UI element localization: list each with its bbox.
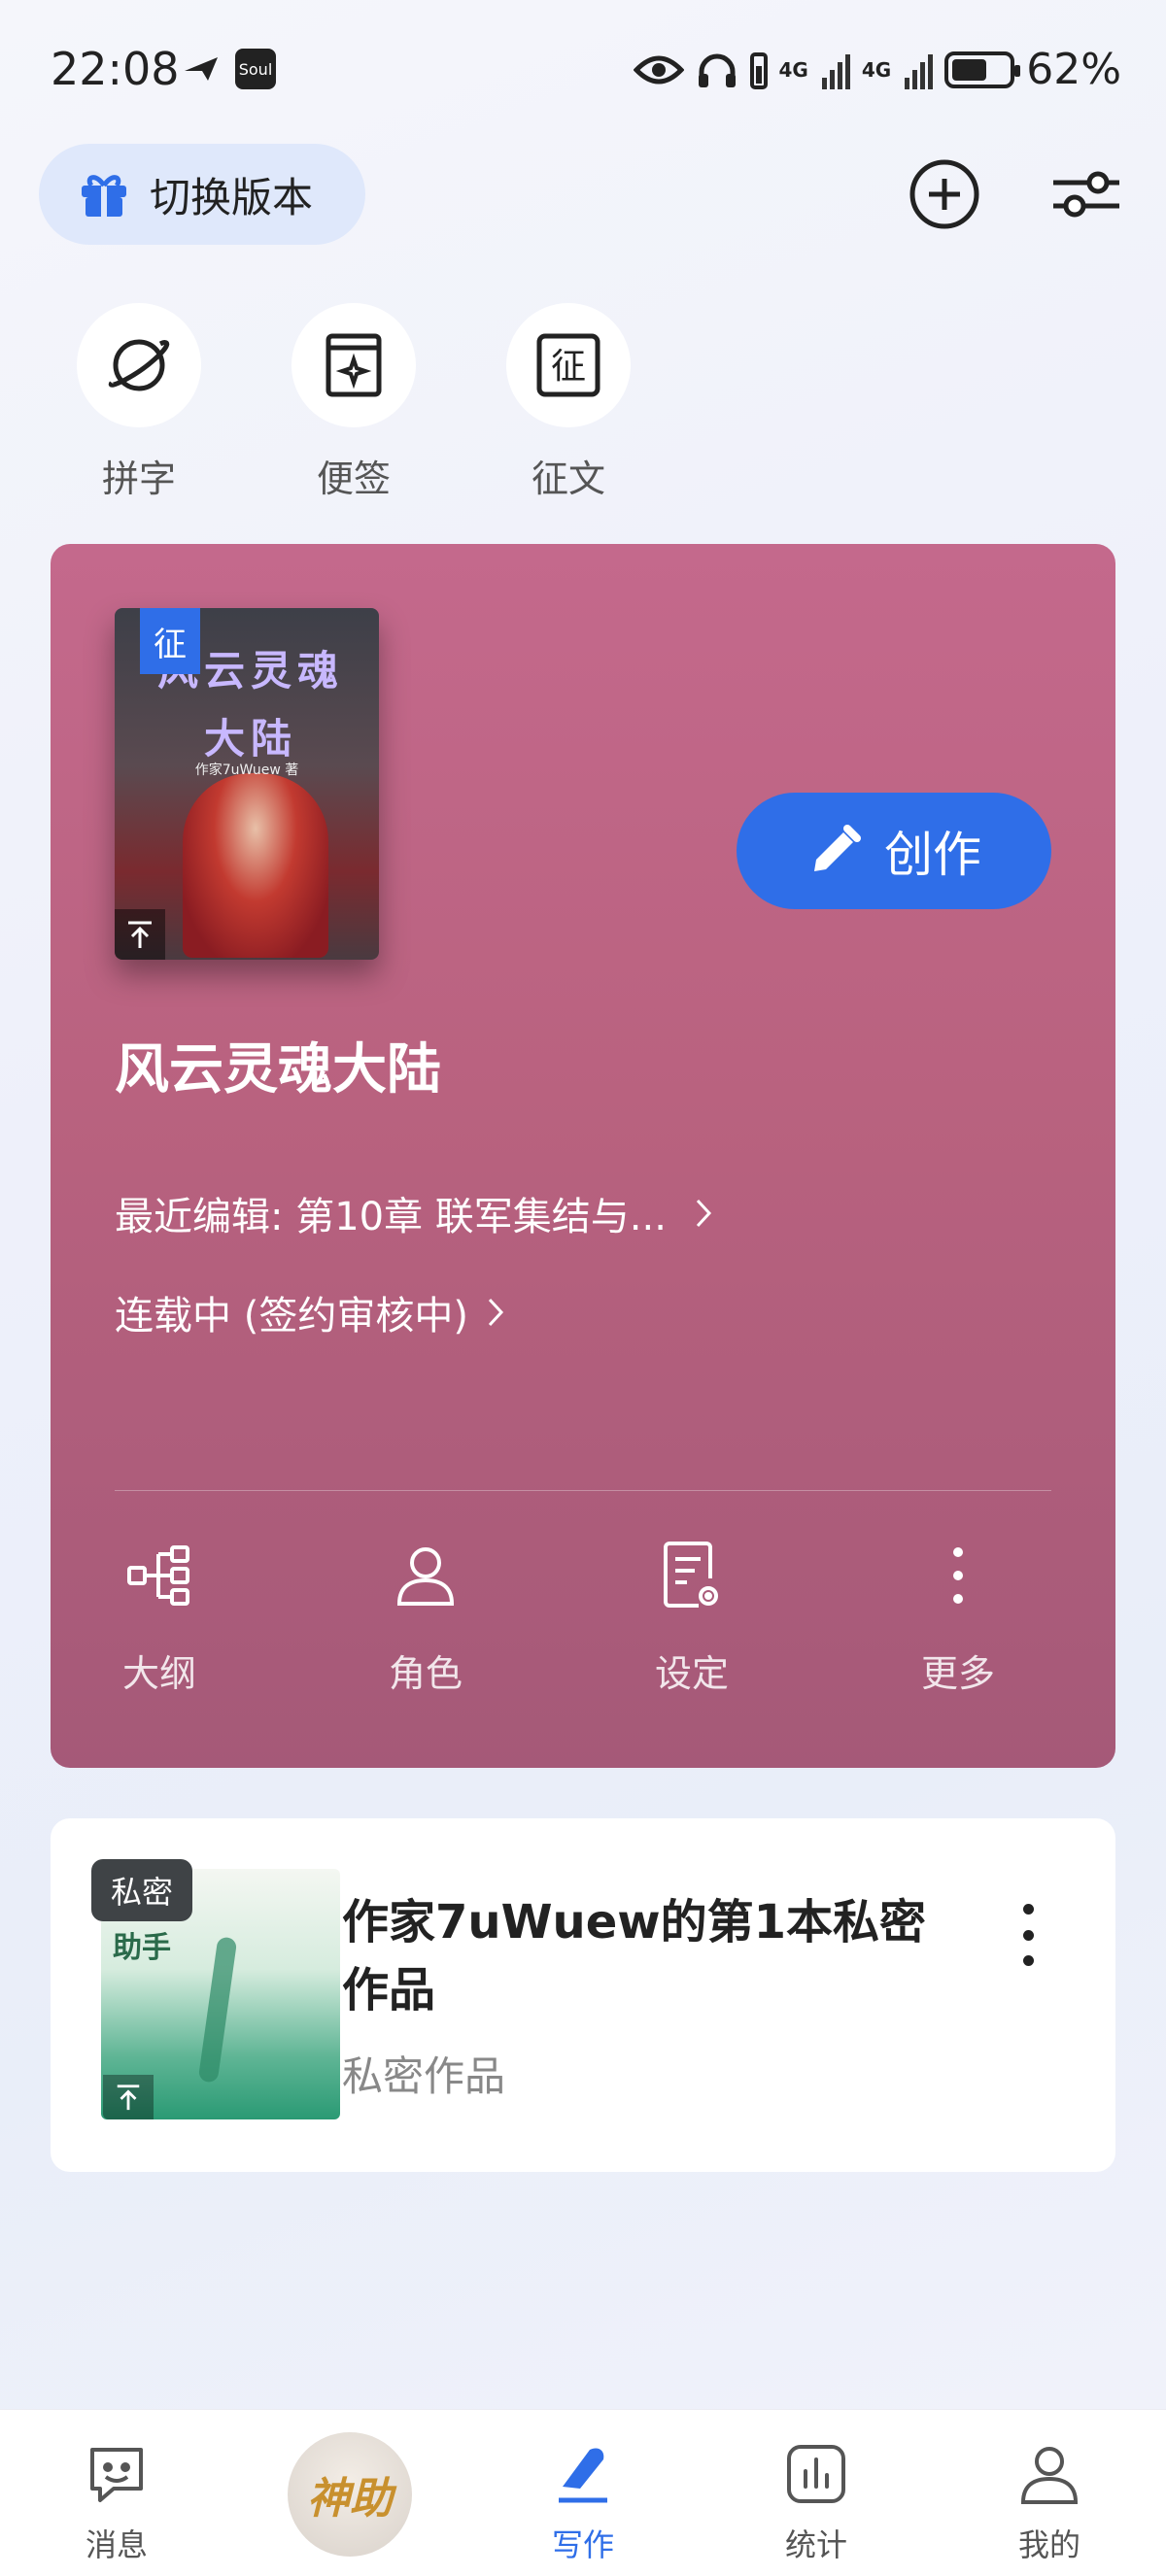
sliders-icon (1053, 171, 1119, 218)
pin-top-icon (103, 2075, 154, 2119)
nav-messages[interactable]: 消息 (39, 2435, 194, 2565)
tool-setting[interactable]: 设定 (595, 1537, 789, 1697)
recent-edit-link[interactable]: 最近编辑: 第10章 联军集结与... (115, 1185, 713, 1241)
network-type-1: 4G (778, 57, 808, 82)
nav-writing[interactable]: 写作 (505, 2435, 661, 2565)
serial-status-link[interactable]: 连载中 (签约审核中) (115, 1284, 505, 1340)
quick-action-label: 拼字 (101, 458, 176, 500)
create-button[interactable]: 创作 (737, 793, 1051, 909)
contest-tag: 征 (140, 608, 200, 674)
card-divider (115, 1490, 1051, 1491)
signal-icon (905, 51, 934, 89)
private-cover-text: 助手 (113, 1931, 171, 1965)
eye-icon (633, 55, 684, 84)
book-title: 风云灵魂大陆 (115, 1038, 441, 1102)
recent-edit-text: 最近编辑: 第10章 联军集结与... (115, 1195, 667, 1239)
status-time: 22:08 (51, 43, 180, 95)
pin-top-icon (115, 909, 165, 960)
pen-icon (559, 2448, 607, 2503)
cover-author: 作家7uWuew 著 (194, 763, 299, 778)
nav-label: 我的 (1017, 2526, 1080, 2563)
quick-action-label: 征文 (531, 458, 605, 500)
contest-icon: 征 (536, 333, 600, 397)
status-left-icons: Soul (183, 49, 276, 89)
tool-label: 设定 (654, 1652, 729, 1695)
serial-status-text: 连载中 (签约审核中) (115, 1294, 468, 1339)
nav-stats[interactable]: 统计 (738, 2435, 894, 2565)
pencil-icon (814, 825, 861, 871)
book-cover[interactable]: 风云灵魂大陆 作家7uWuew 著 征 (115, 608, 379, 960)
private-tag: 私密 (91, 1859, 192, 1921)
outline-icon (127, 1545, 189, 1606)
nav-label: 统计 (784, 2526, 847, 2563)
setting-doc-icon (664, 1542, 718, 1608)
nav-label: 写作 (551, 2526, 614, 2563)
status-right: 4G 4G 62% (633, 45, 1121, 94)
quick-action-label: 便签 (316, 458, 391, 500)
more-icon (953, 1547, 963, 1604)
character-icon (396, 1547, 455, 1606)
message-icon (90, 2448, 143, 2502)
quick-action-circle: 征 (506, 303, 631, 427)
battery-fill (952, 58, 987, 81)
quick-action-circle (77, 303, 201, 427)
bottom-nav: 消息 写作 统计 我的 (0, 2409, 1166, 2576)
svg-text:征: 征 (551, 347, 586, 387)
quick-action-note[interactable]: 便签 (286, 303, 422, 502)
signal-icon (821, 51, 850, 89)
tool-label: 大纲 (121, 1652, 196, 1695)
tool-label: 角色 (388, 1652, 463, 1695)
shenzhu-button[interactable]: 神助 (288, 2432, 412, 2557)
private-book-subtitle: 私密作品 (342, 2052, 506, 2100)
chevron-right-icon (488, 1298, 503, 1327)
book-card[interactable]: 风云灵魂大陆 作家7uWuew 著 征 创作 风云灵魂大陆 最近编辑: 第10章… (51, 544, 1115, 1768)
tool-outline[interactable]: 大纲 (62, 1537, 257, 1697)
gift-icon (82, 175, 126, 217)
headphones-icon (698, 53, 736, 87)
planet-icon (108, 339, 170, 391)
chevron-right-icon (696, 1199, 711, 1228)
switch-version-label: 切换版本 (150, 173, 314, 221)
private-book-card[interactable]: 助手 私密 作家7uWuew的第1本私密作品 私密作品 (51, 1818, 1115, 2172)
filter-button[interactable] (1047, 155, 1125, 233)
cover-brush-stroke (197, 1936, 238, 2084)
stats-icon (787, 2445, 845, 2503)
tool-more[interactable]: 更多 (861, 1537, 1055, 1697)
soul-app-icon: Soul (235, 49, 276, 89)
status-bar: 22:08 Soul 4G 4G 62% (0, 0, 1166, 146)
quick-action-circle (292, 303, 416, 427)
network-type-2: 4G (861, 57, 892, 82)
note-icon (326, 333, 382, 397)
add-button[interactable] (906, 155, 983, 233)
more-options-button[interactable] (1009, 1896, 1047, 1974)
cover-illustration (183, 773, 328, 958)
battery-percent: 62% (1026, 45, 1121, 94)
nav-profile[interactable]: 我的 (972, 2435, 1127, 2565)
create-label: 创作 (884, 827, 981, 883)
quick-action-pinzi[interactable]: 拼字 (71, 303, 207, 502)
airplane-icon (185, 57, 218, 81)
tool-label: 更多 (920, 1652, 995, 1695)
private-book-title: 作家7uWuew的第1本私密作品 (342, 1895, 926, 2017)
plus-circle-icon (909, 159, 979, 229)
battery-icon (944, 51, 1021, 88)
battery-small-icon (749, 51, 768, 89)
nav-label: 消息 (85, 2526, 148, 2563)
quick-action-contest[interactable]: 征 征文 (500, 303, 636, 502)
switch-version-button[interactable]: 切换版本 (39, 144, 365, 245)
profile-icon (1020, 2447, 1079, 2504)
tool-character[interactable]: 角色 (328, 1537, 523, 1697)
